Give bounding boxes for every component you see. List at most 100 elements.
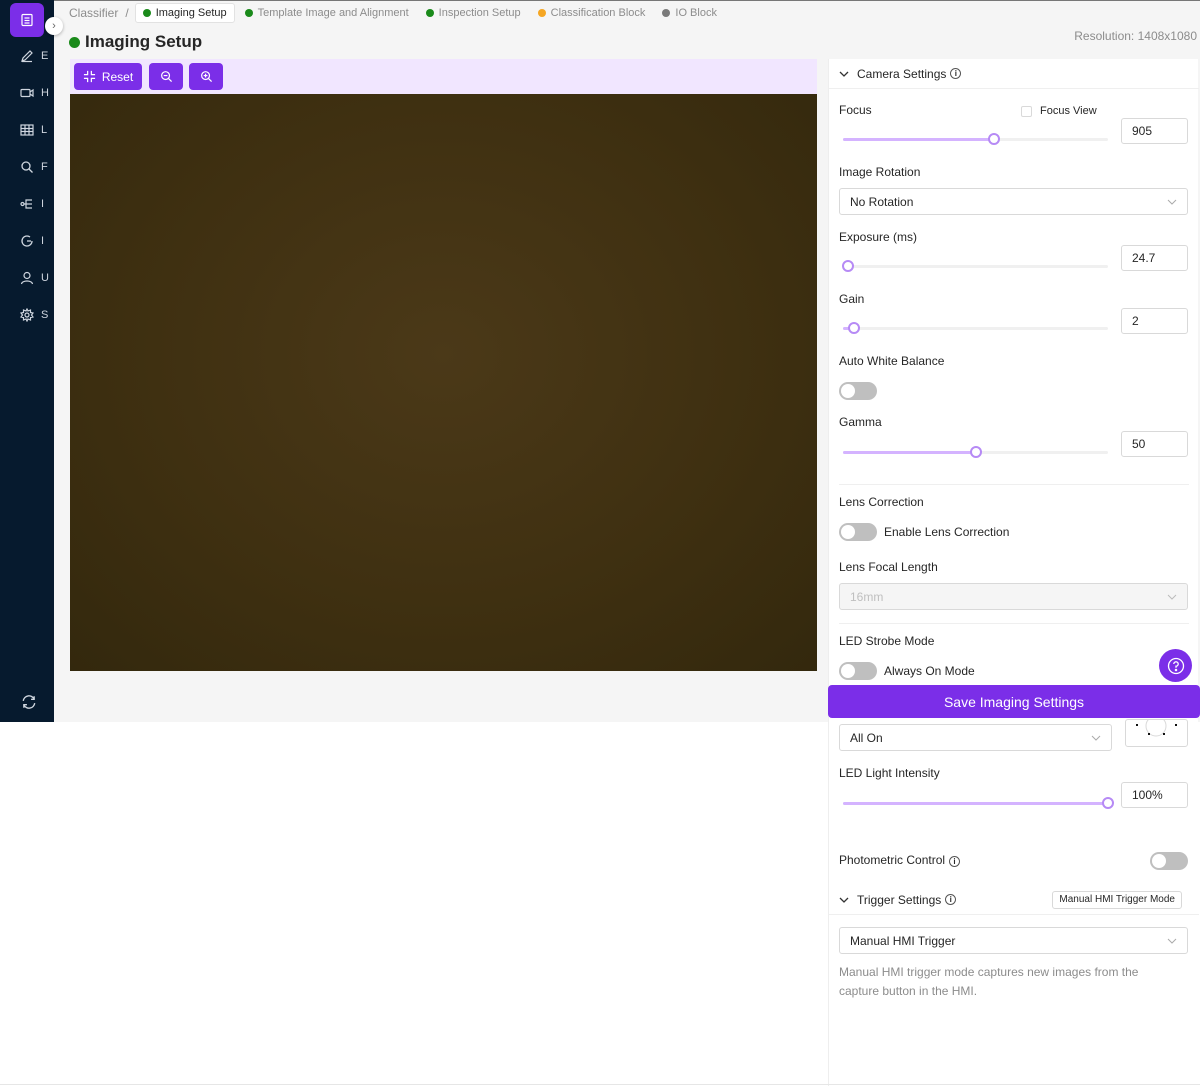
page-title: Imaging Setup: [69, 32, 202, 52]
resolution-label: Resolution: 1408x1080: [1074, 29, 1197, 43]
bottom-divider: [0, 1084, 1200, 1085]
zoom-out-button[interactable]: [149, 63, 183, 90]
sidebar-item-history[interactable]: I: [20, 230, 54, 252]
sidebar-item-label: L: [41, 124, 48, 136]
step-inspection-setup[interactable]: Inspection Setup: [419, 3, 528, 23]
user-icon: [20, 271, 34, 285]
camera-settings-header[interactable]: Camera Settings i: [829, 59, 1199, 89]
led-pattern-select[interactable]: All On: [839, 724, 1112, 751]
checkbox-box[interactable]: [1021, 105, 1032, 117]
step-io-block[interactable]: IO Block: [655, 3, 724, 23]
sidebar-item-flow[interactable]: I: [20, 193, 54, 215]
slider-handle[interactable]: [847, 322, 860, 334]
sidebar-item-label: I: [41, 198, 45, 210]
led-pattern-preview: [1125, 715, 1188, 747]
auto-white-balance-label: Auto White Balance: [839, 354, 945, 368]
sidebar-item-user[interactable]: U: [20, 267, 54, 289]
sidebar-collapse-button[interactable]: ›: [45, 17, 63, 35]
exposure-label: Exposure (ms): [839, 230, 918, 244]
focus-view-checkbox[interactable]: Focus View: [1021, 105, 1097, 117]
slider-handle[interactable]: [1102, 797, 1114, 809]
gamma-input[interactable]: 50: [1121, 431, 1188, 457]
sidebar-item-search[interactable]: F: [20, 156, 54, 178]
trigger-description: Manual HMI trigger mode captures new ima…: [839, 965, 1139, 998]
step-label: Inspection Setup: [438, 7, 521, 19]
photometric-control-label: Photometric Control i: [839, 853, 961, 867]
photometric-control-toggle[interactable]: [1150, 852, 1188, 870]
focus-slider[interactable]: [843, 133, 1108, 145]
slider-handle[interactable]: [969, 446, 982, 458]
gamma-slider[interactable]: [843, 446, 1108, 458]
chevron-down-icon: [839, 897, 849, 903]
sidebar-item-label: F: [41, 161, 48, 173]
pencil-icon: [21, 50, 33, 63]
slider-handle[interactable]: [842, 260, 855, 272]
gain-input[interactable]: 2: [1121, 308, 1188, 334]
slider-handle[interactable]: [988, 133, 1001, 145]
toggle-knob: [841, 525, 855, 539]
step-imaging-setup[interactable]: Imaging Setup: [134, 3, 235, 23]
zoom-in-button[interactable]: [189, 63, 223, 90]
toggle-knob: [1152, 854, 1166, 868]
breadcrumb: Classifier / Imaging Setup Template Imag…: [69, 3, 727, 23]
sidebar-item-label: H: [41, 87, 49, 99]
step-label: IO Block: [675, 7, 717, 19]
trigger-settings-header[interactable]: Trigger Settings i Manual HMI Trigger Mo…: [829, 885, 1199, 915]
sidebar-item-label: E: [41, 50, 49, 62]
sync-button[interactable]: [21, 694, 37, 710]
status-dot: [142, 9, 151, 17]
chevron-down-icon: [1167, 938, 1177, 944]
image-rotation-select[interactable]: No Rotation: [839, 188, 1188, 215]
led-intensity-slider[interactable]: [843, 797, 1114, 809]
chevron-right-icon: ›: [52, 20, 56, 32]
step-template-image[interactable]: Template Image and Alignment: [238, 3, 416, 23]
led-strobe-toggle[interactable]: [839, 662, 877, 680]
led-strobe-toggle-label: Always On Mode: [884, 664, 975, 678]
lens-correction-label: Lens Correction: [839, 495, 924, 509]
section-title: Camera Settings: [857, 66, 947, 81]
sidebar-item-classifier[interactable]: [10, 3, 44, 37]
reset-button[interactable]: Reset: [74, 63, 142, 90]
sidebar-item-camera[interactable]: H: [20, 82, 54, 104]
trigger-select[interactable]: Manual HMI Trigger: [839, 927, 1188, 954]
info-icon[interactable]: i: [945, 894, 957, 905]
zoom-in-icon: [200, 71, 212, 83]
lens-focal-length-select[interactable]: 16mm: [839, 583, 1188, 610]
info-icon[interactable]: i: [949, 856, 961, 867]
led-intensity-input[interactable]: 100%: [1121, 782, 1188, 808]
gain-slider[interactable]: [843, 322, 1108, 334]
lens-focal-length-label: Lens Focal Length: [839, 560, 938, 574]
photometric-control-text: Photometric Control: [839, 853, 946, 867]
help-button[interactable]: [1159, 649, 1192, 682]
reset-label: Reset: [101, 69, 134, 84]
sidebar-item-edit[interactable]: E: [20, 45, 54, 67]
slider-fill: [843, 138, 995, 141]
zoom-out-icon: [160, 71, 172, 83]
camera-preview[interactable]: [70, 94, 817, 671]
history-icon: [21, 235, 33, 247]
step-classification-block[interactable]: Classification Block: [531, 3, 653, 23]
gain-label: Gain: [839, 292, 865, 306]
slider-fill: [843, 451, 976, 454]
sidebar-item-label: U: [41, 272, 49, 284]
video-camera-icon: [20, 88, 34, 98]
info-icon[interactable]: i: [950, 68, 962, 79]
status-dot: [244, 9, 253, 17]
divider: [839, 623, 1189, 624]
auto-white-balance-toggle[interactable]: [839, 382, 877, 400]
focus-input[interactable]: 905: [1121, 118, 1188, 144]
sync-icon: [22, 695, 36, 709]
sidebar-item-settings[interactable]: S: [20, 304, 54, 326]
save-imaging-settings-button[interactable]: Save Imaging Settings: [828, 685, 1200, 718]
lens-correction-toggle[interactable]: [839, 523, 877, 541]
led-intensity-label: LED Light Intensity: [839, 766, 940, 780]
exposure-input[interactable]: 24.7: [1121, 245, 1188, 271]
led-ring-icon: [1136, 715, 1177, 737]
sidebar-item-label: I: [41, 235, 45, 247]
breadcrumb-root[interactable]: Classifier: [69, 6, 118, 20]
toggle-knob: [841, 384, 855, 398]
exposure-slider[interactable]: [842, 260, 1108, 272]
chevron-down-icon: [1167, 594, 1177, 600]
led-strobe-mode-label: LED Strobe Mode: [839, 634, 935, 648]
sidebar-item-table[interactable]: L: [20, 119, 54, 141]
